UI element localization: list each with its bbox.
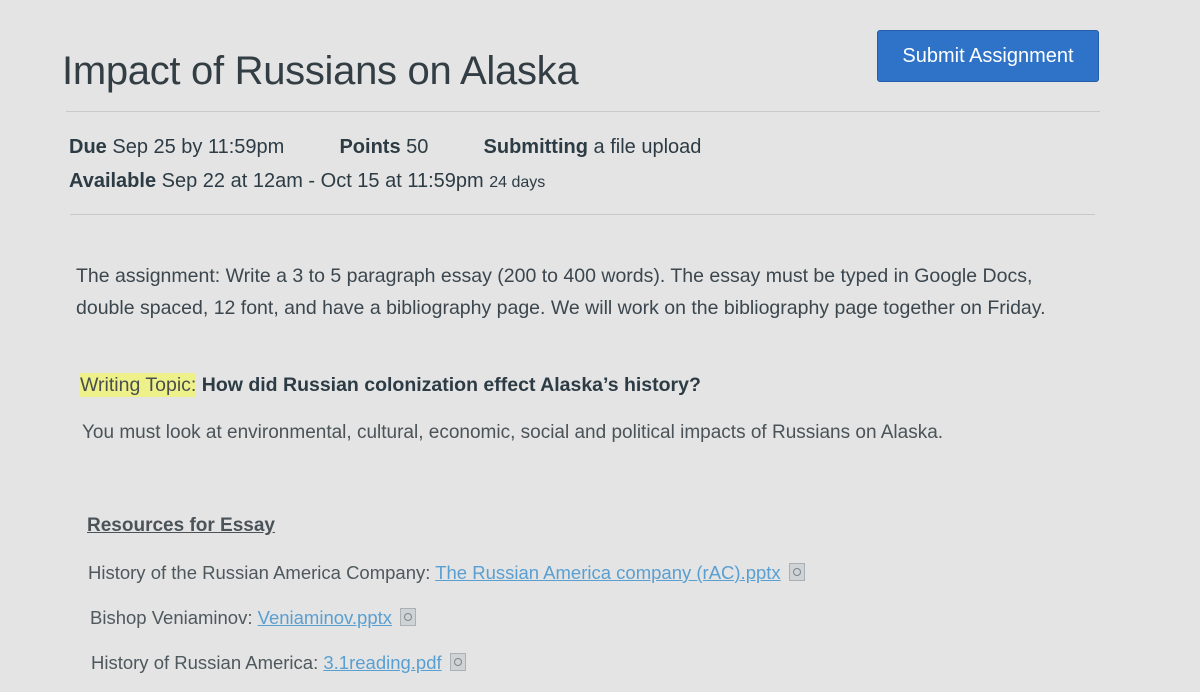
submitting-value: a file upload — [593, 136, 702, 158]
resource-label: Bishop Veniaminov: — [90, 607, 253, 628]
divider — [70, 214, 1095, 215]
resource-item: Bishop Veniaminov: Veniaminov.pptx — [90, 607, 417, 629]
topic-label: Writing Topic: — [80, 373, 197, 397]
available-days: 24 days — [489, 174, 546, 191]
resource-item: History of the Russian America Company: … — [88, 562, 805, 584]
resource-item: History of Russian America: 3.1reading.p… — [91, 652, 466, 674]
resource-label: History of Russian America: — [91, 652, 319, 673]
topic-question: How did Russian colonization effect Alas… — [201, 374, 701, 396]
due-value: Sep 25 by 11:59pm — [112, 136, 285, 158]
submit-assignment-button[interactable]: Submit Assignment — [877, 30, 1099, 82]
page-title: Impact of Russians on Alaska — [62, 48, 579, 93]
resources-heading: Resources for Essay — [87, 515, 275, 536]
assignment-details-row: Due Sep 25 by 11:59pm Points 50 Submitti… — [69, 136, 701, 159]
availability-row: Available Sep 22 at 12am - Oct 15 at 11:… — [69, 170, 545, 193]
preview-icon[interactable] — [788, 563, 805, 581]
points-value: 50 — [406, 136, 429, 158]
due-label: Due — [69, 136, 107, 158]
points-label: Points — [339, 136, 401, 158]
writing-topic: Writing Topic: How did Russian colonizat… — [80, 373, 701, 397]
preview-icon[interactable] — [449, 653, 466, 671]
available-value: Sep 22 at 12am - Oct 15 at 11:59pm — [161, 170, 484, 192]
preview-icon[interactable] — [400, 608, 417, 626]
resource-link[interactable]: Veniaminov.pptx — [258, 607, 392, 628]
resource-link[interactable]: The Russian America company (rAC).pptx — [435, 562, 780, 583]
assignment-page: Impact of Russians on Alaska Submit Assi… — [0, 0, 1200, 692]
divider — [66, 111, 1100, 112]
submitting-label: Submitting — [483, 136, 588, 158]
assignment-description: The assignment: Write a 3 to 5 paragraph… — [76, 265, 1046, 319]
available-label: Available — [69, 170, 157, 192]
resource-label: History of the Russian America Company: — [88, 562, 431, 583]
resource-link[interactable]: 3.1reading.pdf — [323, 652, 441, 673]
instructions-text: You must look at environmental, cultural… — [82, 422, 944, 443]
